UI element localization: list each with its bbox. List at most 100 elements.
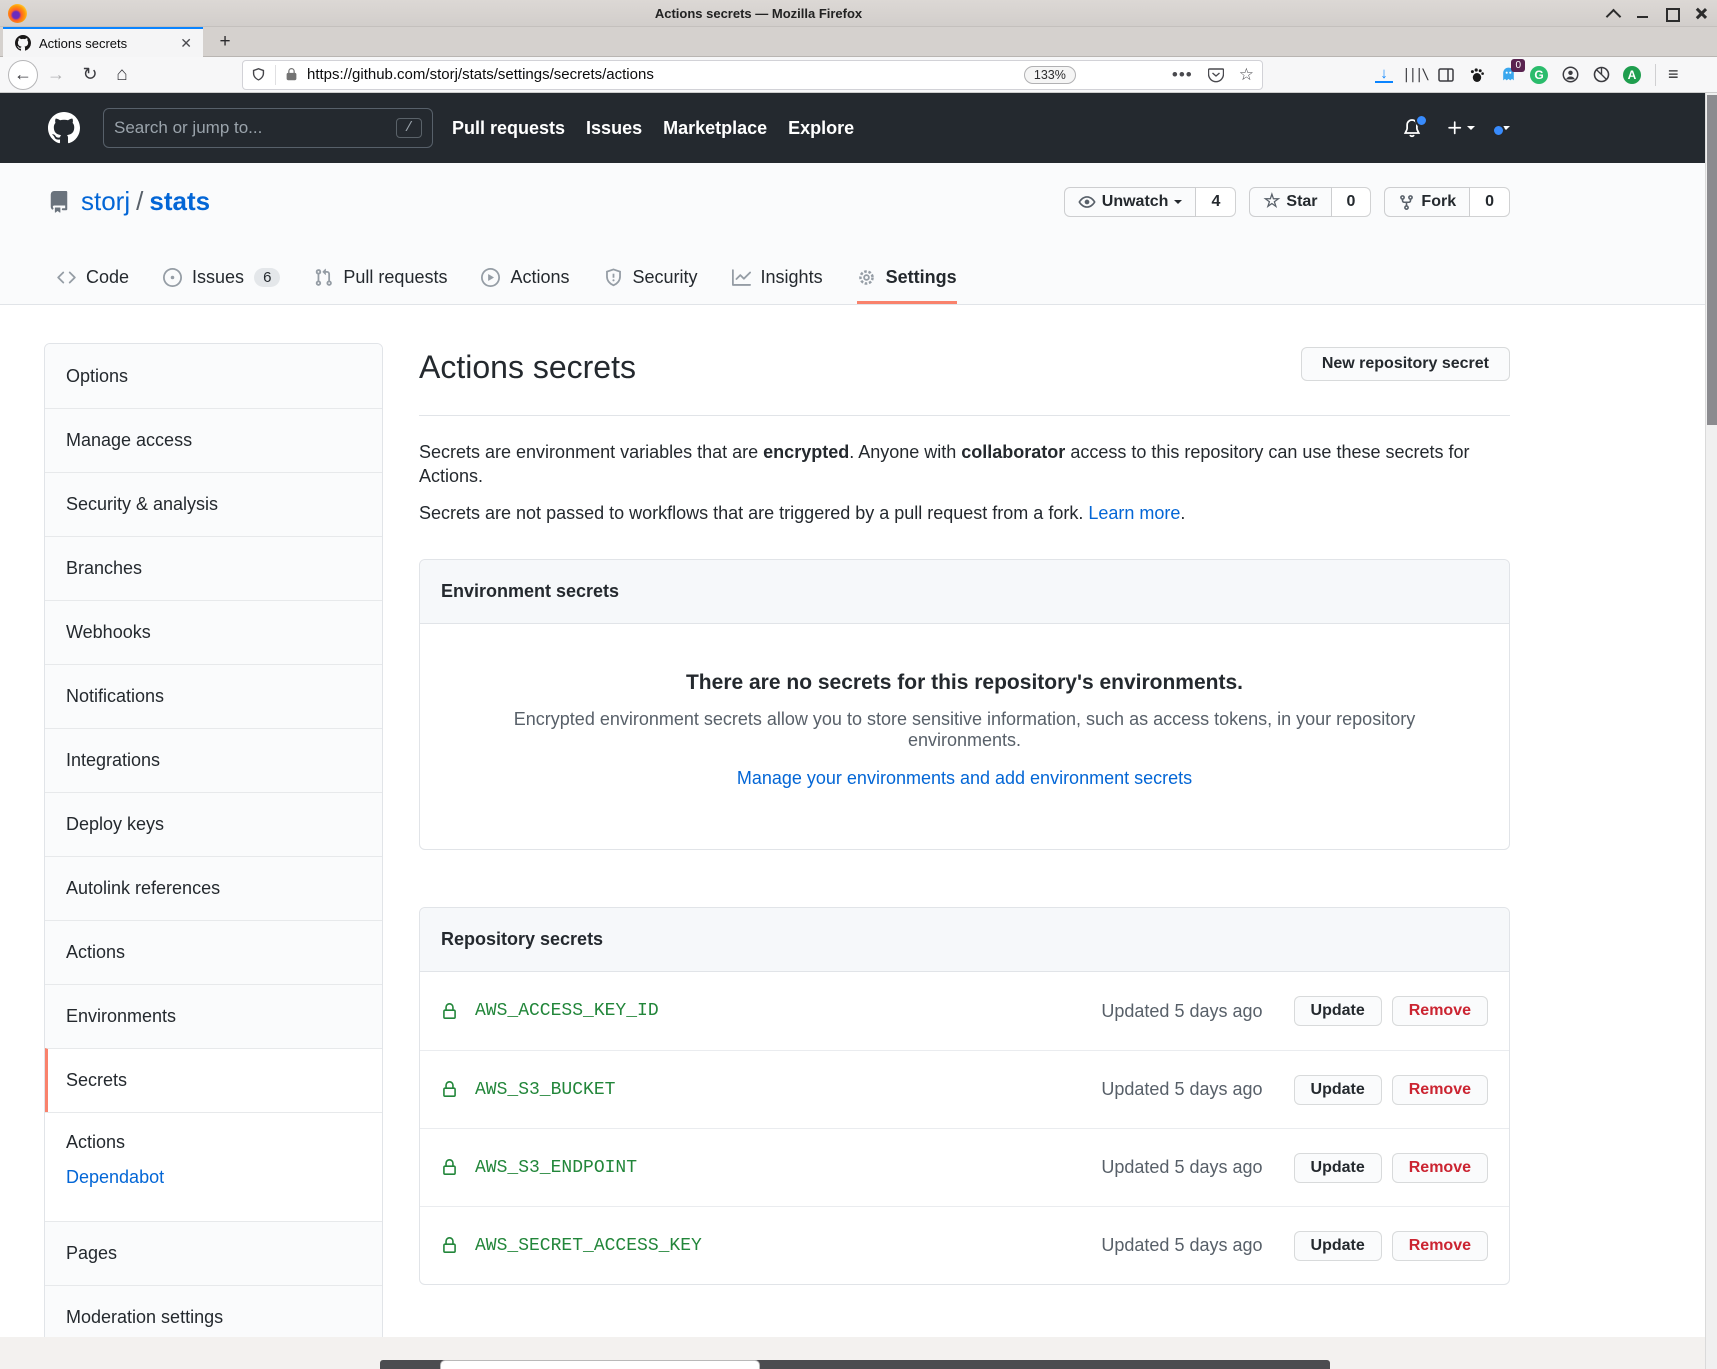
secret-row: AWS_S3_ENDPOINTUpdated 5 days agoUpdateR… — [420, 1128, 1509, 1206]
window-minimize-button[interactable] — [1636, 7, 1649, 20]
header-nav-issues[interactable]: Issues — [586, 118, 642, 139]
sidebar-item-deploy-keys[interactable]: Deploy keys — [45, 792, 382, 856]
star-icon: ☆ — [1263, 195, 1280, 209]
scrollbar-thumb[interactable] — [1707, 95, 1717, 425]
github-logo-icon[interactable] — [48, 112, 80, 144]
search-placeholder: Search or jump to... — [114, 118, 396, 138]
remove-button[interactable]: Remove — [1392, 1075, 1488, 1105]
zoom-level-badge[interactable]: 133% — [1024, 66, 1076, 84]
secret-name: AWS_ACCESS_KEY_ID — [475, 1001, 659, 1021]
window-shade-button[interactable] — [1607, 7, 1620, 20]
sidebars-icon[interactable] — [1437, 66, 1455, 84]
repo-tab-pull-requests[interactable]: Pull requests — [314, 267, 447, 304]
sidebar-item-options[interactable]: Options — [45, 344, 382, 408]
sidebar-item-integrations[interactable]: Integrations — [45, 728, 382, 792]
chevron-down-icon — [1467, 126, 1475, 134]
header-nav-pull-requests[interactable]: Pull requests — [452, 118, 565, 139]
environment-secrets-box: Environment secrets There are no secrets… — [419, 559, 1510, 850]
browser-tab-bar: Actions secrets ✕ + — [0, 27, 1717, 57]
repo-tab-code[interactable]: Code — [57, 267, 129, 304]
repo-tab-actions[interactable]: Actions — [481, 267, 569, 304]
update-button[interactable]: Update — [1294, 1075, 1382, 1105]
sidebar-item-actions[interactable]: Actions — [45, 920, 382, 984]
url-bar[interactable]: https://github.com/storj/stats/settings/… — [242, 60, 1263, 90]
sidebar-item-webhooks[interactable]: Webhooks — [45, 600, 382, 664]
repo-tab-settings[interactable]: Settings — [857, 267, 957, 304]
update-button[interactable]: Update — [1294, 1231, 1382, 1261]
header-nav-marketplace[interactable]: Marketplace — [663, 118, 767, 139]
window-titlebar: Actions secrets — Mozilla Firefox — [0, 0, 1717, 27]
fork-count[interactable]: 0 — [1470, 187, 1510, 217]
star-button[interactable]: ☆ Star — [1249, 187, 1331, 217]
window-close-button[interactable] — [1694, 7, 1707, 20]
forward-button[interactable]: → — [44, 64, 68, 85]
sidebar-item-notifications[interactable]: Notifications — [45, 664, 382, 728]
sidebar-item-security-analysis[interactable]: Security & analysis — [45, 472, 382, 536]
new-tab-button[interactable]: + — [212, 29, 238, 55]
watch-count[interactable]: 4 — [1196, 187, 1236, 217]
repository-secrets-box: Repository secrets AWS_ACCESS_KEY_IDUpda… — [419, 907, 1510, 1285]
https-lock-icon — [285, 67, 298, 82]
notifications-bell-icon[interactable] — [1402, 118, 1422, 138]
library-icon[interactable]: |||\ — [1406, 66, 1424, 84]
search-input[interactable]: Search or jump to... / — [103, 108, 433, 148]
sidebar-subitem-dependabot[interactable]: Dependabot — [66, 1167, 382, 1188]
tab-close-icon[interactable]: ✕ — [177, 35, 195, 52]
downloads-icon[interactable]: ↓ — [1375, 67, 1393, 83]
header-nav-explore[interactable]: Explore — [788, 118, 854, 139]
sidebar-item-manage-access[interactable]: Manage access — [45, 408, 382, 472]
ghost-extension-icon[interactable]: 0 — [1499, 66, 1517, 84]
gnome-foot-icon[interactable] — [1468, 66, 1486, 84]
learn-more-link[interactable]: Learn more — [1088, 503, 1180, 523]
chevron-down-icon — [1174, 200, 1182, 208]
create-new-button[interactable] — [1446, 119, 1475, 137]
star-count[interactable]: 0 — [1332, 187, 1372, 217]
menu-icon[interactable]: ≡ — [1668, 64, 1679, 85]
home-button[interactable]: ⌂ — [110, 64, 134, 86]
repo-owner-link[interactable]: storj — [81, 186, 130, 217]
update-button[interactable]: Update — [1294, 1153, 1382, 1183]
sidebar-item-environments[interactable]: Environments — [45, 984, 382, 1048]
back-button[interactable]: ← — [8, 60, 38, 90]
sidebar-item-pages[interactable]: Pages — [45, 1221, 382, 1285]
page-actions-icon[interactable]: ••• — [1172, 65, 1193, 85]
watch-button-group: Unwatch 4 — [1064, 187, 1237, 217]
repo-name-link[interactable]: stats — [149, 186, 210, 217]
tab-label: Issues — [192, 267, 244, 288]
user-menu[interactable] — [1499, 122, 1510, 134]
manage-environments-link[interactable]: Manage your environments and add environ… — [737, 768, 1192, 789]
account-icon[interactable] — [1561, 66, 1579, 84]
fork-button[interactable]: Fork — [1384, 187, 1470, 217]
grammarly-icon[interactable]: G — [1530, 66, 1548, 84]
url-text[interactable]: https://github.com/storj/stats/settings/… — [307, 66, 654, 83]
secret-row: AWS_SECRET_ACCESS_KEYUpdated 5 days agoU… — [420, 1206, 1509, 1284]
browser-tab-actions-secrets[interactable]: Actions secrets ✕ — [3, 27, 203, 57]
taskbar-item[interactable] — [440, 1360, 760, 1369]
tab-label: Security — [633, 267, 698, 288]
sidebar-item-autolink-references[interactable]: Autolink references — [45, 856, 382, 920]
repo-tab-insights[interactable]: Insights — [732, 267, 823, 304]
sidebar-item-secrets[interactable]: Secrets — [45, 1048, 382, 1112]
privacy-wheel-icon[interactable] — [1592, 66, 1610, 84]
pocket-icon[interactable] — [1208, 67, 1224, 83]
sidebar-item-branches[interactable]: Branches — [45, 536, 382, 600]
sidebar-subsection: Actions Dependabot — [45, 1112, 382, 1221]
breadcrumb-separator: / — [136, 186, 143, 217]
remove-button[interactable]: Remove — [1392, 1231, 1488, 1261]
sidebar-subitem-actions[interactable]: Actions — [66, 1132, 382, 1153]
bookmark-star-icon[interactable]: ☆ — [1239, 65, 1254, 85]
adblock-icon[interactable]: A — [1623, 66, 1641, 84]
window-maximize-button[interactable] — [1665, 7, 1678, 20]
fork-icon — [1398, 194, 1415, 211]
taskbar[interactable] — [380, 1360, 1330, 1369]
reload-button[interactable]: ↻ — [78, 64, 102, 85]
update-button[interactable]: Update — [1294, 996, 1382, 1026]
tracking-shield-icon[interactable] — [251, 67, 266, 82]
remove-button[interactable]: Remove — [1392, 996, 1488, 1026]
repo-tab-issues[interactable]: Issues6 — [163, 267, 280, 304]
scrollbar[interactable] — [1705, 93, 1717, 1369]
repo-tab-security[interactable]: Security — [604, 267, 698, 304]
remove-button[interactable]: Remove — [1392, 1153, 1488, 1183]
new-repository-secret-button[interactable]: New repository secret — [1301, 347, 1510, 381]
unwatch-button[interactable]: Unwatch — [1064, 187, 1197, 217]
